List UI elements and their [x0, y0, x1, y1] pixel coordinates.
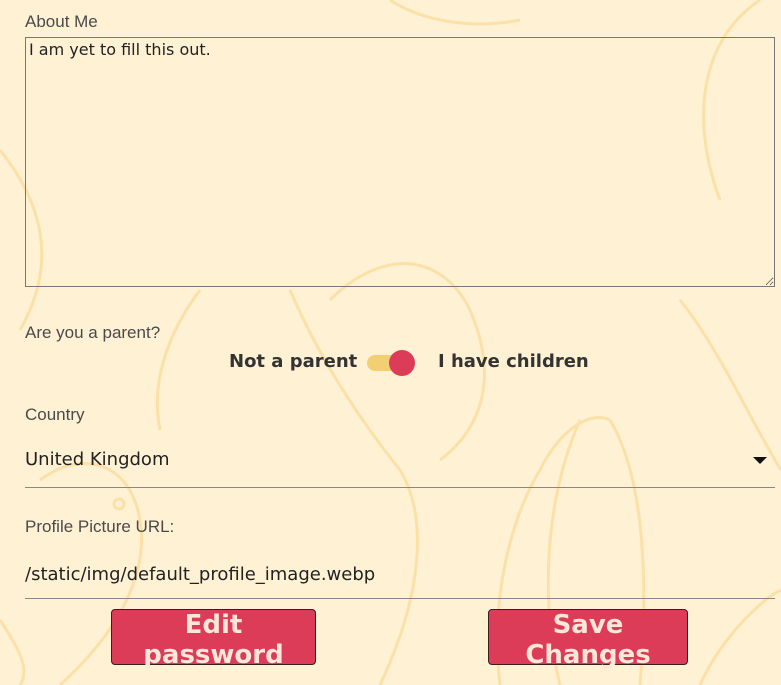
- toggle-knob: [389, 350, 415, 376]
- chevron-down-icon: [753, 457, 767, 464]
- parent-toggle-switch[interactable]: [367, 350, 417, 376]
- have-children-label: I have children: [438, 351, 589, 372]
- profile-picture-label: Profile Picture URL:: [25, 517, 175, 536]
- country-select-value: United Kingdom: [25, 449, 170, 470]
- save-changes-button[interactable]: Save Changes: [488, 609, 688, 670]
- parent-question-label: Are you a parent?: [25, 323, 161, 342]
- not-parent-label: Not a parent: [229, 351, 358, 372]
- about-me-label: About Me: [25, 12, 98, 31]
- country-label: Country: [25, 405, 85, 424]
- profile-picture-url-input[interactable]: [25, 550, 775, 599]
- profile-form: About Me I am yet to fill this out. Are …: [0, 0, 781, 685]
- about-me-textarea[interactable]: I am yet to fill this out.: [25, 37, 775, 287]
- country-select[interactable]: United Kingdom: [25, 440, 775, 488]
- edit-password-button[interactable]: Edit password: [111, 609, 316, 670]
- parent-toggle-row: Not a parent I have children: [0, 345, 781, 381]
